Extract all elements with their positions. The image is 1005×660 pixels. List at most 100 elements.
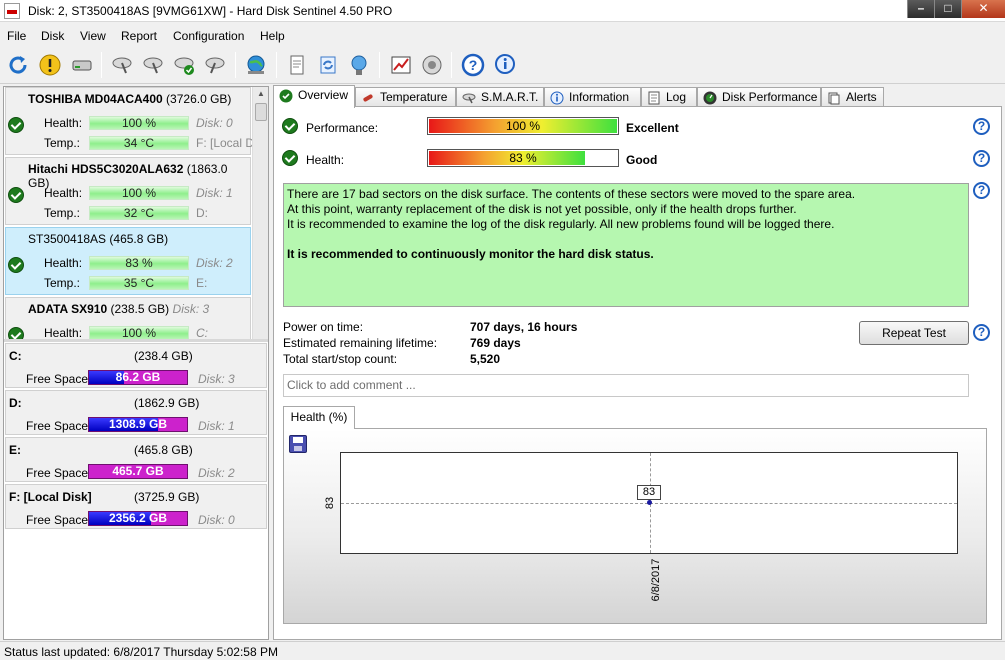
volume-disk: Disk: 1 bbox=[198, 419, 235, 433]
volume-letter: D: bbox=[9, 396, 22, 410]
disk-number: Disk: 1 bbox=[196, 186, 233, 200]
free-space-bar: 86.2 GB bbox=[88, 370, 188, 385]
menu-disk[interactable]: Disk bbox=[41, 29, 64, 43]
health-help-icon[interactable]: ? bbox=[973, 150, 990, 167]
volume-size: (465.8 GB) bbox=[134, 443, 193, 457]
startstop-value: 5,520 bbox=[470, 352, 501, 366]
temp-label: Temp.: bbox=[44, 276, 81, 290]
menu-view[interactable]: View bbox=[80, 29, 106, 43]
report-icon[interactable] bbox=[283, 51, 311, 79]
free-space-label: Free Space bbox=[26, 372, 89, 386]
repeat-test-button[interactable]: Repeat Test bbox=[859, 321, 969, 345]
disk-entry-2[interactable]: ST3500418AS (465.8 GB) Health: 83 % Disk… bbox=[5, 227, 251, 295]
globe-icon[interactable] bbox=[242, 51, 270, 79]
health-rating: Good bbox=[626, 153, 658, 167]
performance-rating: Excellent bbox=[626, 121, 679, 135]
check-icon bbox=[8, 187, 24, 203]
disk-volumes: C: bbox=[196, 326, 208, 339]
temp-bar: 35 °C bbox=[89, 276, 189, 290]
volume-letter: C: bbox=[9, 349, 22, 363]
health-bar: 100 % bbox=[89, 116, 189, 130]
help-icon[interactable]: ? bbox=[459, 51, 487, 79]
performance-check-icon bbox=[282, 118, 298, 134]
disk-ok-icon[interactable] bbox=[170, 51, 198, 79]
notice-help-icon[interactable]: ? bbox=[973, 182, 990, 199]
volume-size: (3725.9 GB) bbox=[134, 490, 200, 504]
disk-test-icon[interactable] bbox=[108, 51, 136, 79]
menu-report[interactable]: Report bbox=[121, 29, 157, 43]
health-label: Health: bbox=[306, 153, 345, 167]
maximize-button[interactable]: □ bbox=[934, 0, 961, 18]
volume-letter: F: [Local Disk] bbox=[9, 490, 92, 504]
warning-icon[interactable] bbox=[36, 51, 64, 79]
health-bar: 83 % bbox=[89, 256, 189, 270]
check-icon bbox=[8, 117, 24, 133]
tab-overview[interactable]: Overview bbox=[273, 85, 355, 108]
health-label: Health: bbox=[44, 326, 83, 339]
repeat-test-help-icon[interactable]: ? bbox=[973, 324, 990, 341]
sound-icon[interactable] bbox=[418, 51, 446, 79]
tab-health-chart[interactable]: Health (%) bbox=[283, 406, 355, 429]
volume-entry-d[interactable]: D: (1862.9 GB) Free Space 1308.9 GB Disk… bbox=[5, 390, 267, 435]
scroll-thumb[interactable] bbox=[255, 103, 267, 121]
minimize-button[interactable]: – bbox=[907, 0, 934, 18]
tab-information[interactable]: Information bbox=[544, 87, 641, 107]
chart-report-icon[interactable] bbox=[387, 51, 415, 79]
check-icon bbox=[8, 257, 24, 273]
title-bar: Disk: 2, ST3500418AS [9VMG61XW] - Hard D… bbox=[0, 0, 1005, 22]
disk-number: Disk: 0 bbox=[196, 116, 233, 130]
menu-help[interactable]: Help bbox=[260, 29, 285, 43]
health-bar: 100 % bbox=[89, 326, 189, 339]
drive-icon[interactable] bbox=[68, 51, 96, 79]
toolbar: ? bbox=[0, 46, 1005, 84]
disk-list: TOSHIBA MD04ACA400 (3726.0 GB) Health: 1… bbox=[4, 87, 268, 339]
temp-bar: 34 °C bbox=[89, 136, 189, 150]
power-on-label: Power on time: bbox=[283, 320, 364, 334]
volume-entry-c[interactable]: C: (238.4 GB) Free Space 86.2 GB Disk: 3 bbox=[5, 343, 267, 388]
performance-help-icon[interactable]: ? bbox=[973, 118, 990, 135]
check-icon bbox=[8, 327, 24, 339]
status-notice: There are 17 bad sectors on the disk sur… bbox=[283, 183, 969, 307]
scroll-up-icon[interactable]: ▲ bbox=[255, 89, 267, 99]
info-icon bbox=[550, 91, 564, 105]
comment-input[interactable]: Click to add comment ... bbox=[283, 374, 969, 397]
tab-alerts[interactable]: Alerts bbox=[821, 87, 884, 107]
volume-size: (238.4 GB) bbox=[134, 349, 193, 363]
refresh-icon[interactable] bbox=[4, 51, 32, 79]
menu-bar: File Disk View Report Configuration Help bbox=[0, 26, 1005, 46]
volume-disk: Disk: 0 bbox=[198, 513, 235, 527]
volume-disk: Disk: 3 bbox=[198, 372, 235, 386]
close-button[interactable]: ✕ bbox=[961, 0, 1005, 18]
smart-icon bbox=[462, 91, 476, 105]
disk-volumes: D: bbox=[196, 206, 208, 220]
volume-entry-e[interactable]: E: (465.8 GB) Free Space 465.7 GB Disk: … bbox=[5, 437, 267, 482]
disk-entry-0[interactable]: TOSHIBA MD04ACA400 (3726.0 GB) Health: 1… bbox=[5, 87, 254, 155]
tab-disk-performance[interactable]: Disk Performance bbox=[697, 87, 821, 107]
tab-smart[interactable]: S.M.A.R.T. bbox=[456, 87, 544, 107]
status-bar: Status last updated: 6/8/2017 Thursday 5… bbox=[0, 641, 1005, 660]
menu-file[interactable]: File bbox=[7, 29, 26, 43]
overview-panel: Performance: 100 % Excellent ? Health: 8… bbox=[273, 106, 1002, 640]
check-icon bbox=[279, 89, 293, 103]
disk-entry-1[interactable]: Hitachi HDS5C3020ALA632 (1863.0 GB) Heal… bbox=[5, 157, 251, 225]
network-icon[interactable] bbox=[345, 51, 373, 79]
disk-entry-3[interactable]: ADATA SX910 (238.5 GB) Disk: 3 Health: 1… bbox=[5, 297, 251, 339]
health-meter: 83 % bbox=[427, 149, 619, 167]
health-label: Health: bbox=[44, 256, 83, 270]
disk-tool-icon[interactable] bbox=[201, 51, 229, 79]
volume-entry-f[interactable]: F: [Local Disk] (3725.9 GB) Free Space 2… bbox=[5, 484, 267, 529]
save-icon[interactable] bbox=[289, 435, 307, 453]
volume-letter: E: bbox=[9, 443, 21, 457]
menu-configuration[interactable]: Configuration bbox=[173, 29, 244, 43]
disk-list-scrollbar[interactable]: ▲ bbox=[252, 87, 268, 339]
disk-name: ADATA SX910 (238.5 GB) Disk: 3 bbox=[28, 302, 210, 316]
tab-temperature[interactable]: Temperature bbox=[355, 87, 456, 107]
gauge-icon bbox=[703, 91, 717, 105]
x-tick-label: 6/8/2017 bbox=[650, 558, 662, 602]
thermometer-icon bbox=[361, 91, 375, 105]
tab-log[interactable]: Log bbox=[641, 87, 697, 107]
info-icon[interactable] bbox=[491, 51, 519, 79]
sync-icon[interactable] bbox=[314, 51, 342, 79]
app-icon bbox=[4, 3, 20, 19]
surface-test-icon[interactable] bbox=[139, 51, 167, 79]
